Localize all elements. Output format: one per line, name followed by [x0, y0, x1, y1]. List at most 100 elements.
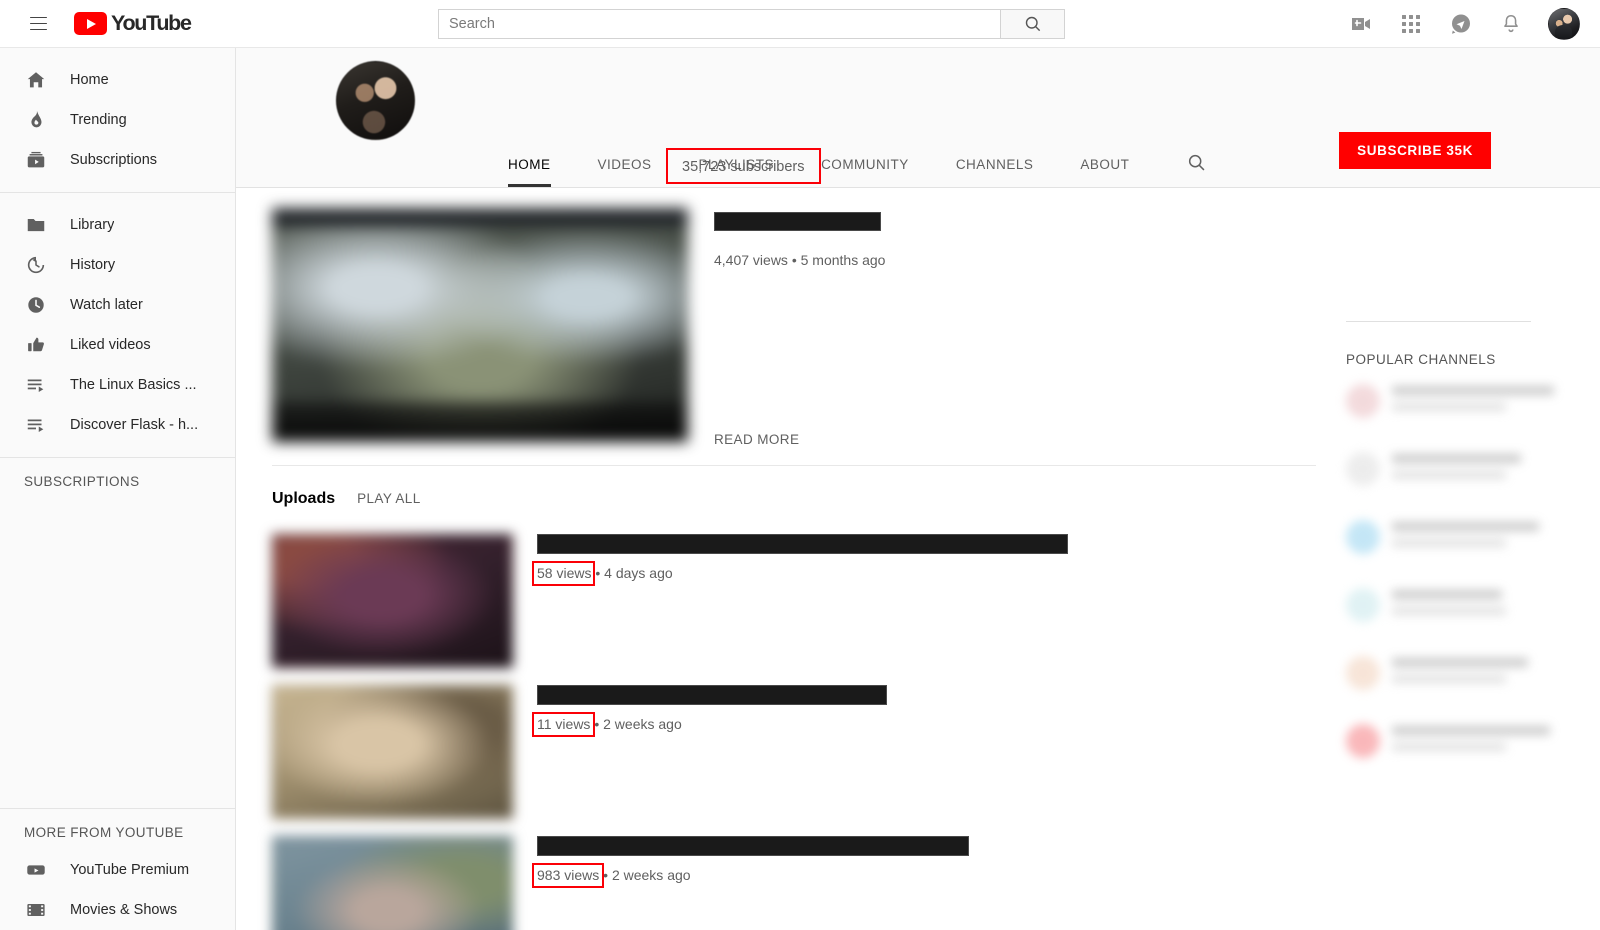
youtube-premium-icon	[24, 858, 48, 882]
playlist-icon	[24, 373, 48, 397]
video-stats: 983 views • 2 weeks ago	[532, 863, 691, 888]
rail-divider	[1346, 321, 1531, 322]
sidebar-item-subscriptions[interactable]: Subscriptions	[0, 140, 235, 180]
sidebar-item-playlist-discover-flask[interactable]: Discover Flask - h...	[0, 405, 235, 445]
apps-grid-icon[interactable]	[1398, 11, 1424, 37]
sidebar-label: The Linux Basics ...	[70, 377, 197, 393]
sidebar-label: Trending	[70, 112, 127, 128]
home-icon	[24, 68, 48, 92]
popular-channel-item[interactable]	[1346, 585, 1576, 653]
sidebar-label: History	[70, 257, 116, 273]
channel-avatar-icon	[1346, 724, 1380, 758]
sidebar-label: Liked videos	[70, 337, 151, 353]
video-title-redacted	[537, 685, 887, 705]
popular-channel-item[interactable]	[1346, 381, 1576, 449]
video-meta: 58 views • 4 days ago	[532, 534, 1068, 668]
sidebar-item-home[interactable]: Home	[0, 60, 235, 100]
channel-search-button[interactable]	[1186, 152, 1207, 187]
tab-videos[interactable]: VIDEOS	[598, 157, 652, 187]
uploads-header: Uploads PLAY ALL	[272, 490, 421, 508]
sidebar-item-youtube-premium[interactable]: YouTube Premium	[0, 850, 235, 890]
popular-channel-item[interactable]	[1346, 721, 1576, 789]
search-icon	[1189, 154, 1205, 171]
sidebar-label: Subscriptions	[70, 152, 158, 168]
sidebar-item-watch-later[interactable]: Watch later	[0, 285, 235, 325]
library-folder-icon	[24, 213, 48, 237]
sidebar-item-playlist-linux-basics[interactable]: The Linux Basics ...	[0, 365, 235, 405]
section-divider	[272, 465, 1316, 466]
video-row: 58 views • 4 days ago	[272, 534, 1068, 668]
sidebar-label: Discover Flask - h...	[70, 417, 199, 433]
tab-about[interactable]: ABOUT	[1080, 157, 1129, 187]
sidebar-primary-section: Home Trending Subscriptions	[0, 48, 235, 192]
video-title-redacted	[537, 534, 1068, 554]
account-avatar[interactable]	[1548, 8, 1580, 40]
channel-avatar[interactable]	[336, 61, 415, 140]
channel-avatar-icon	[1346, 520, 1380, 554]
video-row: 983 views • 2 weeks ago	[272, 836, 969, 930]
video-age: • 4 days ago	[591, 565, 673, 581]
subscriptions-icon	[24, 148, 48, 172]
video-thumbnail[interactable]	[272, 836, 513, 930]
search-icon	[1025, 16, 1040, 32]
featured-video-title-redacted	[714, 212, 881, 231]
channel-avatar-icon	[1346, 452, 1380, 486]
movies-shows-icon	[24, 898, 48, 922]
sidebar-more-header: MORE FROM YOUTUBE	[24, 825, 184, 840]
video-stats: 11 views • 2 weeks ago	[532, 712, 682, 737]
read-more-button[interactable]: READ MORE	[714, 432, 799, 447]
search-input[interactable]	[438, 9, 1001, 39]
masthead-right	[1348, 0, 1580, 48]
video-meta: 11 views • 2 weeks ago	[532, 685, 887, 819]
playlist-icon	[24, 413, 48, 437]
sidebar-label: Home	[70, 72, 109, 88]
youtube-logo-text: YouTube	[111, 11, 192, 35]
video-thumbnail[interactable]	[272, 685, 513, 819]
youtube-play-icon	[74, 12, 107, 35]
left-sidebar: Home Trending Subscriptions Library Hist…	[0, 48, 236, 930]
popular-channel-item[interactable]	[1346, 653, 1576, 721]
video-views: 58 views	[537, 565, 592, 581]
video-age: • 2 weeks ago	[590, 716, 682, 732]
channel-avatar-icon	[1346, 384, 1380, 418]
video-views: 11 views	[537, 716, 591, 732]
notifications-bell-icon[interactable]	[1498, 11, 1524, 37]
sidebar-subscriptions-header: SUBSCRIPTIONS	[24, 474, 140, 489]
sidebar-item-trending[interactable]: Trending	[0, 100, 235, 140]
channel-text	[1392, 721, 1576, 751]
watch-later-clock-icon	[24, 293, 48, 317]
thumbs-up-icon	[24, 333, 48, 357]
video-thumbnail[interactable]	[272, 534, 513, 668]
create-video-icon[interactable]	[1348, 11, 1374, 37]
sidebar-item-liked-videos[interactable]: Liked videos	[0, 325, 235, 365]
popular-channels-header: POPULAR CHANNELS	[1346, 352, 1496, 367]
featured-video-stats: 4,407 views • 5 months ago	[714, 252, 886, 268]
sidebar-item-history[interactable]: History	[0, 245, 235, 285]
video-views: 983 views	[537, 867, 600, 883]
popular-channel-item[interactable]	[1346, 449, 1576, 517]
popular-channel-item[interactable]	[1346, 517, 1576, 585]
tab-home[interactable]: HOME	[508, 157, 551, 187]
channel-tabs: HOME VIDEOS PLAYLISTS COMMUNITY CHANNELS…	[508, 141, 1207, 187]
subscribe-button[interactable]: SUBSCRIBE 35K	[1339, 132, 1491, 169]
search-area	[438, 9, 1065, 39]
uploads-title: Uploads	[272, 490, 336, 507]
sidebar-item-movies-shows[interactable]: Movies & Shows	[0, 890, 235, 930]
hamburger-icon[interactable]	[18, 4, 58, 44]
video-stats: 58 views • 4 days ago	[532, 561, 673, 586]
channel-avatar-icon	[1346, 656, 1380, 690]
channel-text	[1392, 449, 1576, 479]
video-age: • 2 weeks ago	[599, 867, 691, 883]
sidebar-label: Movies & Shows	[70, 902, 178, 918]
play-all-button[interactable]: PLAY ALL	[357, 491, 421, 506]
channel-avatar-icon	[1346, 588, 1380, 622]
featured-video-player[interactable]	[272, 208, 688, 442]
tab-channels[interactable]: CHANNELS	[956, 157, 1034, 187]
video-title-redacted	[537, 836, 969, 856]
tab-playlists[interactable]: PLAYLISTS	[699, 157, 775, 187]
youtube-logo[interactable]: YouTube	[74, 11, 192, 36]
sidebar-item-library[interactable]: Library	[0, 205, 235, 245]
messages-icon[interactable]	[1448, 11, 1474, 37]
search-submit-button[interactable]	[1001, 9, 1065, 39]
tab-community[interactable]: COMMUNITY	[821, 157, 909, 187]
